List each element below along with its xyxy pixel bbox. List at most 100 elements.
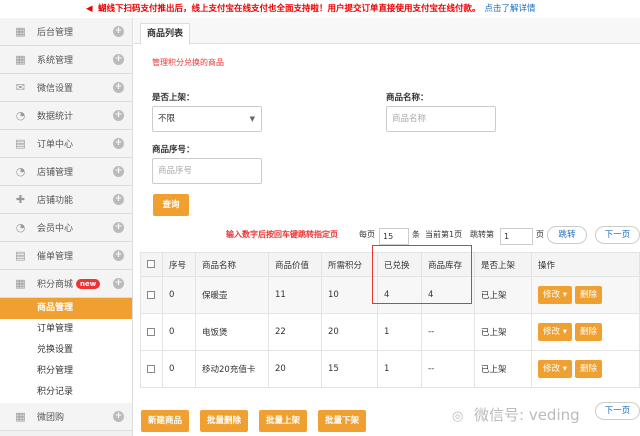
sidebar-item[interactable]: ▦ 系统管理 + — [0, 46, 132, 74]
next-page-button[interactable]: 下一页 — [595, 226, 640, 244]
delete-button[interactable]: 删除 — [575, 360, 603, 378]
notice-text: 蝴线下扫码支付推出后，线上支付宝在线支付也全面支持啦！用户提交订单直接使用支付宝… — [98, 4, 481, 14]
caret-down-icon: ▾ — [562, 290, 567, 300]
cell-stock: -- — [421, 313, 475, 351]
mail-icon: ✉ — [15, 81, 26, 94]
row-checkbox[interactable] — [147, 364, 155, 373]
plus-circle-icon[interactable]: + — [113, 222, 124, 233]
cell-name: 保暖壶 — [195, 276, 269, 314]
bottom-next-button[interactable]: 下一页 — [595, 402, 640, 420]
row-checkbox[interactable] — [147, 290, 155, 299]
grid-icon: ▦ — [15, 53, 26, 66]
batch-onshelf-button[interactable]: 批量上架 — [259, 410, 308, 432]
sidebar-item[interactable]: ✚ 店铺功能 + — [0, 186, 132, 214]
sidebar-item[interactable]: ◔ 店铺管理 + — [0, 158, 132, 186]
cell-name: 移动20充值卡 — [195, 350, 269, 388]
sidebar-item[interactable]: ▤ 订单中心 + — [0, 130, 132, 158]
notice-link[interactable]: 点击了解详情 — [485, 4, 536, 14]
grid-icon: ▦ — [15, 25, 26, 38]
speaker-icon: ◀ — [86, 4, 93, 14]
col-header: 商品价值 — [268, 252, 322, 277]
col-header: 所需积分 — [321, 252, 378, 277]
sidebar-item-label: 店铺功能 — [37, 196, 74, 206]
cell-idx: 0 — [162, 350, 196, 388]
cell-points: 10 — [321, 276, 378, 314]
caret-down-icon: ▾ — [562, 327, 567, 337]
sidebar-item[interactable]: ▦ 微团购 + — [0, 403, 132, 431]
sidebar-item-label: 系统管理 — [37, 56, 74, 66]
watermark-text: 微信号: veding — [474, 406, 580, 424]
sidebar-item-label: 后台管理 — [37, 28, 74, 38]
onshelf-select[interactable]: 不限 ▼ — [152, 106, 262, 132]
cell-stock: -- — [421, 350, 475, 388]
cell-onshelf: 已上架 — [474, 313, 532, 351]
search-button[interactable]: 查询 — [153, 194, 189, 216]
plus-icon: ✚ — [15, 193, 26, 206]
plus-circle-icon[interactable]: + — [113, 166, 124, 177]
sidebar-item[interactable]: ▦ 后台管理 + — [0, 18, 132, 46]
cell-redeemed: 1 — [377, 313, 422, 351]
serial-label: 商品序号： — [152, 145, 195, 155]
cell-name: 电饭煲 — [195, 313, 269, 351]
new-product-button[interactable]: 新建商品 — [141, 410, 190, 432]
sidebar-item[interactable]: ◔ 会员中心 + — [0, 214, 132, 242]
name-input[interactable]: 商品名称 — [386, 106, 496, 132]
delete-button[interactable]: 删除 — [575, 323, 603, 341]
sidebar-item-label: 店铺管理 — [37, 168, 74, 178]
per-page-label: 每页 — [359, 230, 375, 239]
cell-points: 15 — [321, 350, 378, 388]
watermark: ◎ 微信号: veding — [452, 404, 580, 425]
jump-input[interactable]: 1 — [500, 228, 533, 245]
plus-circle-icon[interactable]: + — [113, 54, 124, 65]
batch-delete-button[interactable]: 批量删除 — [200, 410, 249, 432]
sidebar-subitem[interactable]: 积分记录 — [0, 382, 132, 403]
tab-product-list[interactable]: 商品列表 — [140, 23, 191, 45]
batch-offshelf-button[interactable]: 批量下架 — [318, 410, 367, 432]
col-header: 操作 — [531, 252, 640, 277]
sidebar-item-label: 微团购 — [37, 413, 65, 423]
col-header: 序号 — [162, 252, 196, 277]
delete-button[interactable]: 删除 — [575, 286, 603, 304]
table-row: 0 电饭煲 22 20 1 -- 已上架 修改 ▾ 删除 — [140, 313, 640, 351]
sidebar-subitem[interactable]: 兑换设置 — [0, 340, 132, 361]
plus-circle-icon[interactable]: + — [113, 138, 124, 149]
plus-circle-icon[interactable]: + — [113, 82, 124, 93]
plus-circle-icon[interactable]: + — [113, 411, 124, 422]
sidebar-subitem[interactable]: 商品管理 — [0, 298, 132, 319]
cell-points: 20 — [321, 313, 378, 351]
sidebar-subitem[interactable]: 订单管理 — [0, 319, 132, 340]
sidebar-subitem[interactable]: 积分管理 — [0, 361, 132, 382]
sidebar-item-label: 订单中心 — [37, 140, 74, 150]
sidebar-item[interactable]: ✉ 微信设置 + — [0, 74, 132, 102]
cell-onshelf: 已上架 — [474, 350, 532, 388]
plus-circle-icon[interactable]: + — [113, 194, 124, 205]
row-checkbox[interactable] — [147, 327, 155, 336]
edit-button[interactable]: 修改 ▾ — [538, 360, 572, 378]
serial-input[interactable]: 商品序号 — [152, 158, 262, 184]
current-page: 当前第1页 — [425, 230, 463, 239]
cell-idx: 0 — [162, 313, 196, 351]
per-page-input[interactable]: 15 — [379, 228, 409, 245]
plus-circle-icon[interactable]: + — [113, 110, 124, 121]
sidebar-item[interactable]: ◔ 数据统计 + — [0, 102, 132, 130]
plus-circle-icon[interactable]: + — [113, 250, 124, 261]
printer-icon: ▤ — [15, 249, 26, 262]
pager-hint: 输入数字后按回车键跳转指定页 — [226, 230, 338, 239]
cell-redeemed: 1 — [377, 350, 422, 388]
pie-icon: ◔ — [15, 165, 26, 178]
jump-button[interactable]: 跳转 — [547, 226, 587, 244]
onshelf-value: 不限 — [158, 114, 176, 124]
plus-circle-icon[interactable]: + — [113, 26, 124, 37]
edit-label: 修改 — [543, 364, 561, 374]
sidebar-item[interactable]: ▦ 积分商城 new + — [0, 270, 132, 298]
cell-value: 22 — [268, 313, 322, 351]
edit-label: 修改 — [543, 327, 561, 337]
edit-button[interactable]: 修改 ▾ — [538, 286, 572, 304]
select-all-checkbox[interactable] — [147, 260, 155, 268]
sidebar-item[interactable]: ▤ 催单管理 + — [0, 242, 132, 270]
per-page-unit: 条 — [412, 230, 420, 239]
grid-icon: ▦ — [15, 410, 26, 423]
edit-button[interactable]: 修改 ▾ — [538, 323, 572, 341]
plus-circle-icon[interactable]: + — [113, 278, 124, 289]
cell-value: 11 — [268, 276, 322, 314]
